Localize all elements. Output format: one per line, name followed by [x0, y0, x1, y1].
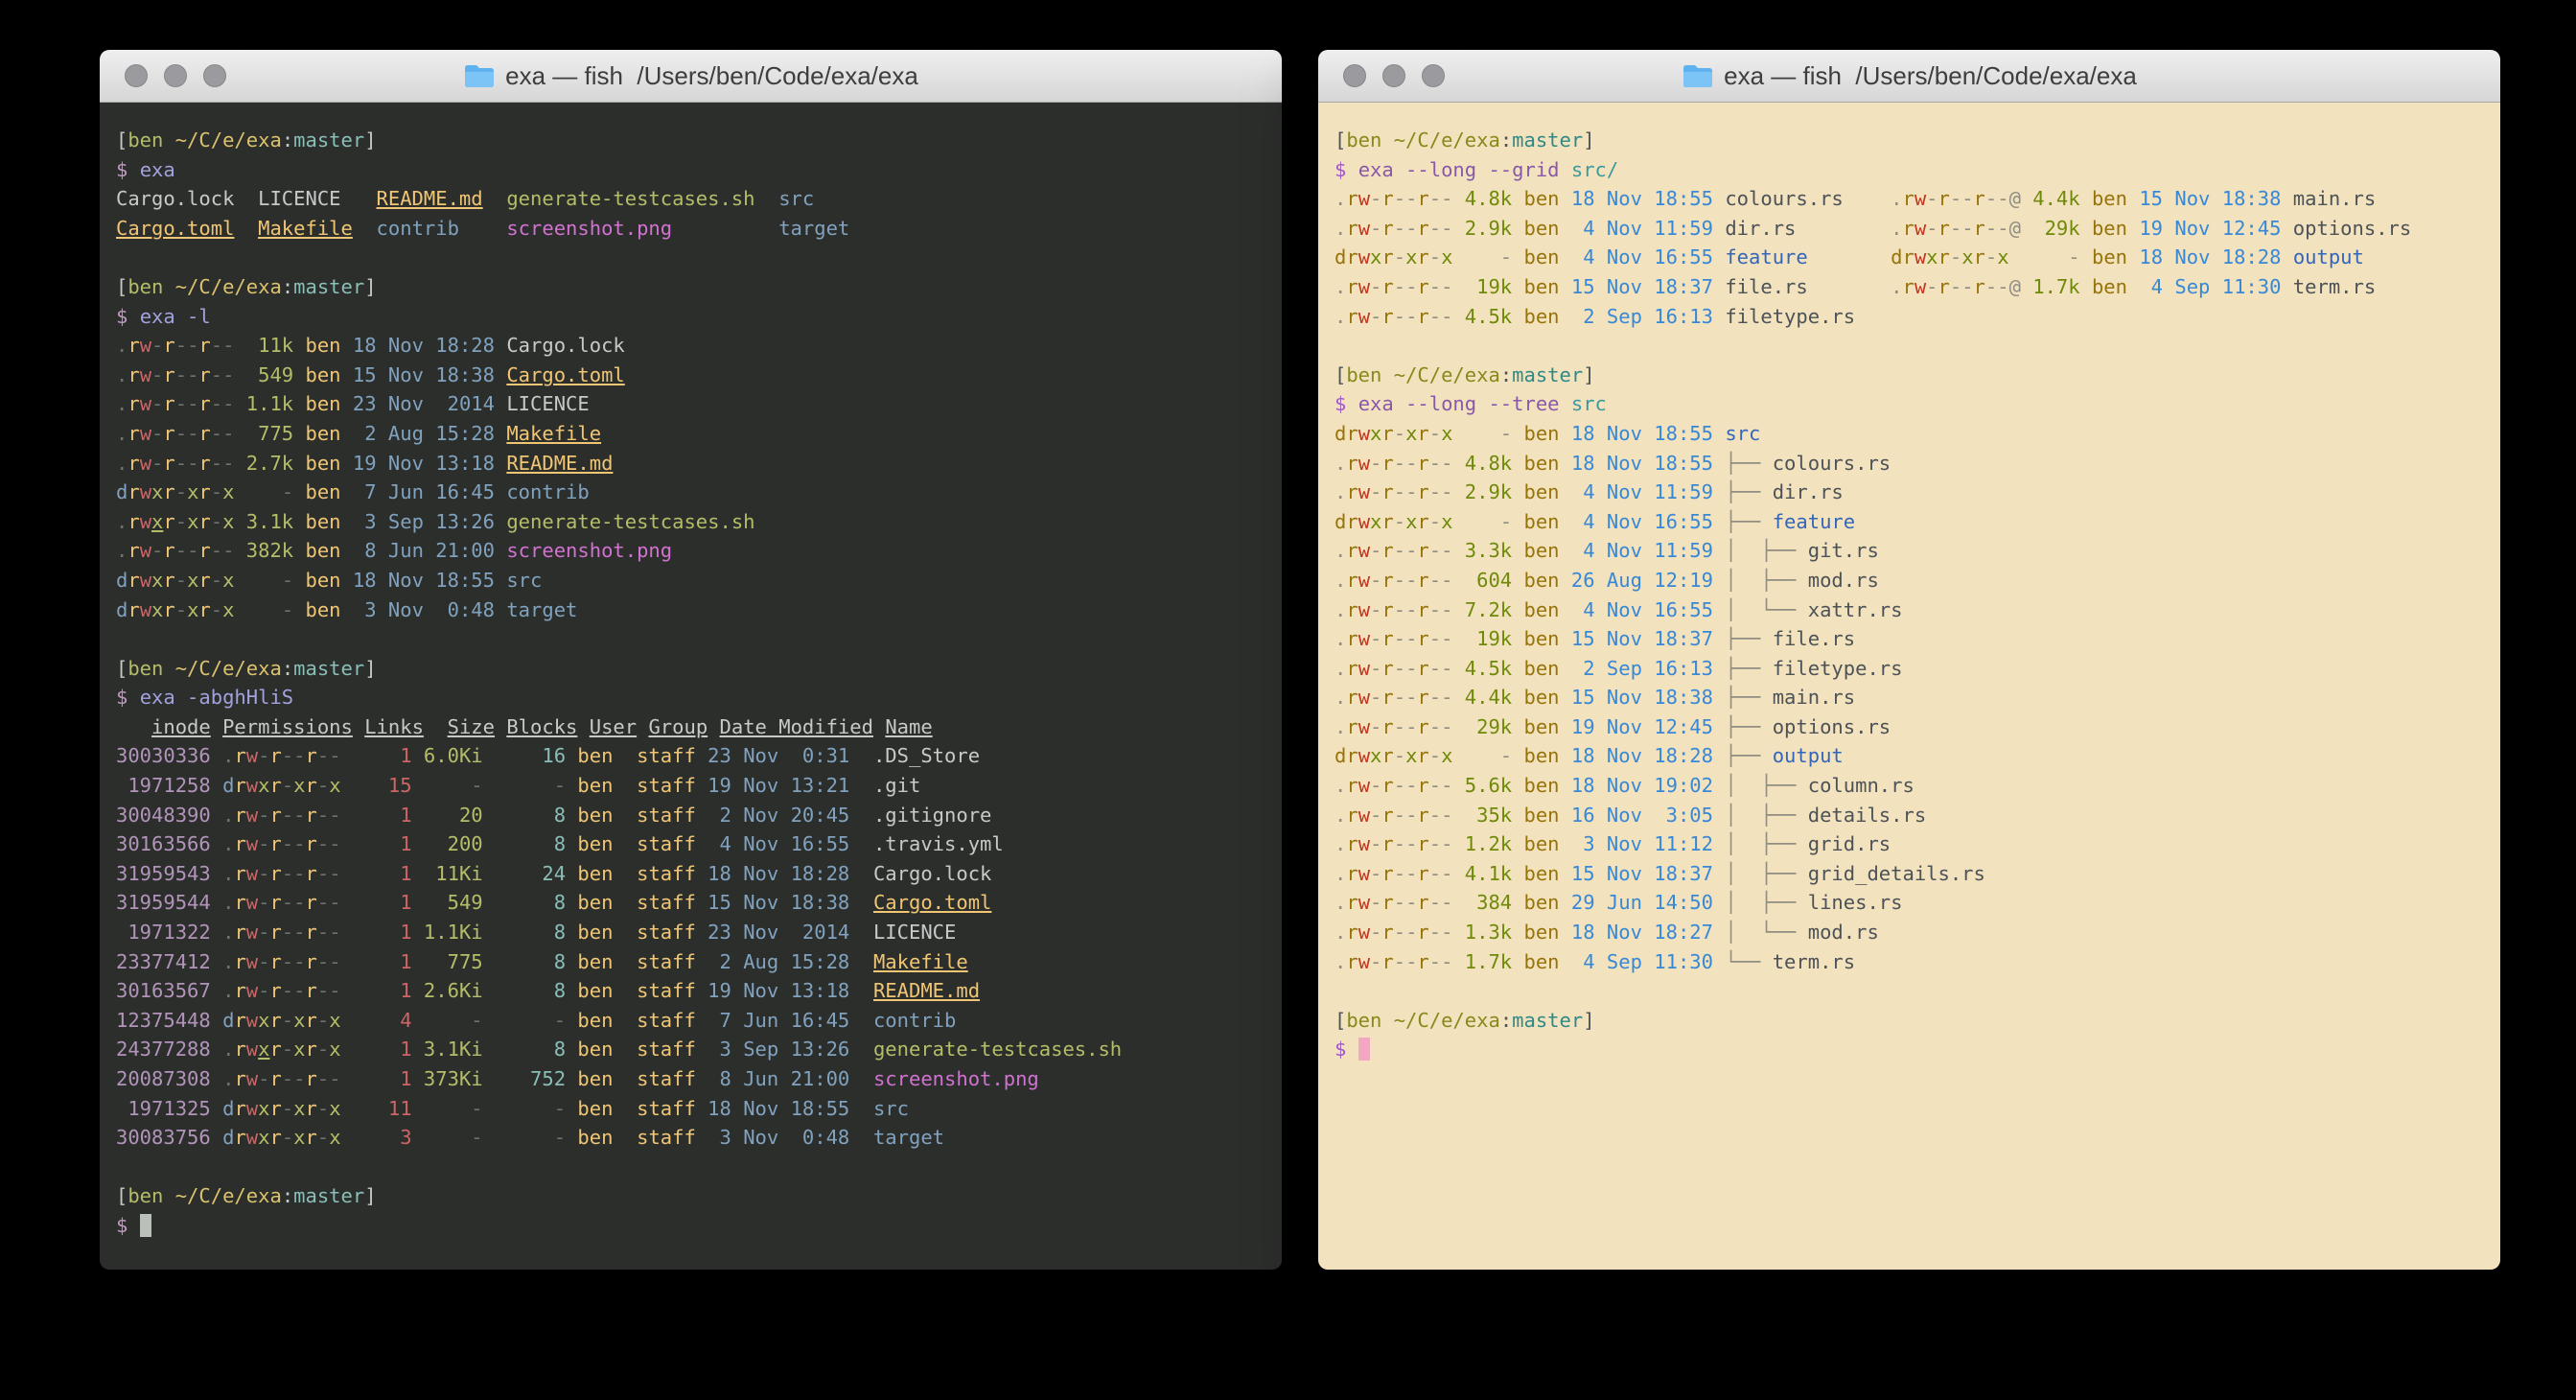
- close-button[interactable]: [125, 64, 148, 87]
- titlebar-right[interactable]: exa — fish /Users/ben/Code/exa/exa: [1318, 50, 2500, 103]
- zoom-button[interactable]: [203, 64, 226, 87]
- titlebar-left[interactable]: exa — fish /Users/ben/Code/exa/exa: [100, 50, 1282, 103]
- folder-icon: [463, 62, 496, 89]
- window-title: exa — fish /Users/ben/Code/exa/exa: [505, 61, 918, 91]
- terminal-output-left[interactable]: [ben ~/C/e/exa:master] $ exa Cargo.lock …: [100, 103, 1282, 1270]
- minimize-button[interactable]: [164, 64, 187, 87]
- desktop: exa — fish /Users/ben/Code/exa/exa [ben …: [0, 0, 2576, 1400]
- window-controls-left: [125, 64, 226, 87]
- window-controls-right: [1343, 64, 1445, 87]
- zoom-button[interactable]: [1422, 64, 1445, 87]
- folder-icon: [1682, 62, 1714, 89]
- terminal-window-right: exa — fish /Users/ben/Code/exa/exa [ben …: [1318, 50, 2500, 1270]
- close-button[interactable]: [1343, 64, 1366, 87]
- title-left: exa — fish /Users/ben/Code/exa/exa: [463, 61, 918, 91]
- minimize-button[interactable]: [1382, 64, 1405, 87]
- terminal-output-right[interactable]: [ben ~/C/e/exa:master] $ exa --long --gr…: [1318, 103, 2500, 1270]
- terminal-window-left: exa — fish /Users/ben/Code/exa/exa [ben …: [100, 50, 1282, 1270]
- window-title: exa — fish /Users/ben/Code/exa/exa: [1724, 61, 2137, 91]
- title-right: exa — fish /Users/ben/Code/exa/exa: [1682, 61, 2137, 91]
